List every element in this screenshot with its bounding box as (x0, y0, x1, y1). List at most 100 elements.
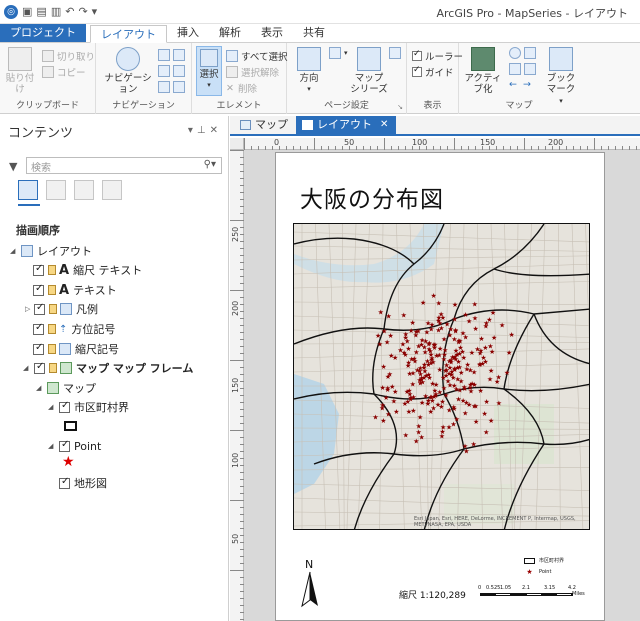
tab-analysis[interactable]: 解析 (209, 24, 251, 42)
tree-node-legend[interactable]: ▷ 凡例 (25, 301, 98, 317)
polygon-symbol[interactable] (64, 421, 77, 431)
expand-triangle-icon[interactable]: ◢ (23, 364, 31, 372)
tab-view[interactable]: 表示 (251, 24, 293, 42)
visibility-checkbox[interactable] (34, 361, 45, 374)
zoom-to-selection-icon[interactable] (524, 63, 536, 75)
lock-icon[interactable] (49, 304, 57, 314)
save-icon[interactable]: ▥ (51, 5, 61, 18)
open-project-icon[interactable]: ▤ (36, 5, 46, 18)
tree-node-map-frame[interactable]: ◢ マップ マップ フレーム (23, 360, 193, 376)
clear-selection-button[interactable]: 選択解除 (226, 65, 279, 79)
navigate-button[interactable]: ナビゲーション (100, 47, 156, 95)
fixed-zoom-out-icon[interactable] (509, 63, 521, 75)
lock-icon[interactable] (48, 344, 56, 354)
tree-node-text[interactable]: A テキスト (33, 282, 117, 298)
delete-button[interactable]: ✕ 削除 (226, 81, 257, 96)
previous-extent-arrow-icon[interactable]: ← (509, 79, 517, 90)
tree-node-point[interactable]: ◢ Point (48, 438, 101, 454)
lock-icon[interactable] (48, 285, 56, 295)
next-extent-icon[interactable] (173, 81, 185, 93)
lock-icon[interactable] (48, 265, 56, 275)
full-extent-globe-icon[interactable] (509, 47, 521, 59)
visibility-checkbox[interactable] (33, 342, 44, 355)
select-button[interactable]: 選択 ▾ (196, 46, 222, 96)
expand-triangle-icon[interactable]: ◢ (10, 247, 18, 255)
copy-button[interactable]: コピー (42, 65, 86, 79)
search-icon[interactable]: ⚲▾ (204, 159, 216, 170)
close-pane-icon[interactable]: ✕ (210, 125, 222, 136)
orientation-button[interactable]: 方向 ▾ (291, 47, 327, 95)
select-all-button[interactable]: すべて選択 (226, 49, 287, 63)
tree-node-scale-bar[interactable]: 縮尺記号 (33, 341, 119, 357)
visibility-checkbox[interactable] (59, 439, 70, 452)
map-nav-arrows[interactable]: ← → (509, 79, 531, 90)
zoom-in-button[interactable] (158, 49, 188, 61)
vertical-ruler[interactable]: 250 200 150 100 50 (230, 150, 244, 621)
map-frame[interactable]: ★ ★ ★ ★ ★ ★ ★ ★ ★ ★ ★ ★ ★ ★ ★ ★ ★ ★ ★ ★ ★ ★ ★ ★ ★ ★ ★ ★ ★ ★ ★ ★ ★ ★ ★ ★ ★ ★ ★ ★… (293, 223, 590, 530)
customize-qat-icon[interactable]: ▾ (92, 5, 98, 18)
filter-icon[interactable]: ▼ (9, 160, 17, 173)
arcgis-logo-icon[interactable]: ◎ (4, 4, 18, 19)
visibility-checkbox[interactable] (59, 476, 70, 489)
tree-node-scale-text[interactable]: A 縮尺 テキスト (33, 262, 142, 278)
star-marker-symbol[interactable]: ★ (62, 455, 75, 469)
lock-icon[interactable] (49, 363, 57, 373)
horizontal-ruler[interactable]: 0 50 100 150 200 (244, 138, 640, 150)
lock-icon[interactable] (48, 324, 56, 334)
page-size-button[interactable]: ▾ (329, 47, 348, 59)
zoom-out-button[interactable] (158, 65, 188, 77)
undo-icon[interactable]: ↶ (65, 5, 74, 18)
layout-page[interactable]: 大阪の分布図 ★ ★ ★ ★ ★ ★ ★ ★ ★ ★ ★ ★ ★ ★ ★ ★ ★… (275, 152, 605, 621)
zoom-page-button[interactable] (158, 81, 188, 93)
view-tab-map[interactable]: マップ (234, 116, 296, 134)
search-input[interactable]: 検索 ⚲▾ (26, 157, 222, 174)
scale-text[interactable]: 縮尺 1:120,289 (399, 588, 466, 601)
north-arrow[interactable]: N (300, 558, 320, 608)
guides-checkbox[interactable]: ガイド (412, 65, 454, 79)
visibility-checkbox[interactable] (33, 263, 44, 276)
tab-insert[interactable]: 挿入 (167, 24, 209, 42)
tree-node-layout[interactable]: ◢ レイアウト (10, 243, 92, 259)
expand-triangle-icon[interactable]: ◢ (36, 384, 44, 392)
map-title-text[interactable]: 大阪の分布図 (300, 180, 444, 214)
tab-share[interactable]: 共有 (293, 24, 335, 42)
visibility-checkbox[interactable] (33, 283, 44, 296)
visibility-checkbox[interactable] (34, 302, 45, 315)
previous-extent-icon[interactable] (173, 65, 185, 77)
tree-node-north-arrow[interactable]: ⇡ 方位記号 (33, 321, 115, 337)
new-project-icon[interactable]: ▣ (22, 5, 32, 18)
tab-project[interactable]: プロジェクト (0, 24, 86, 42)
next-extent-arrow-icon[interactable]: → (523, 79, 531, 90)
page-setup-launcher-icon[interactable]: ↘ (397, 103, 403, 111)
expand-triangle-icon[interactable]: ◢ (48, 403, 56, 411)
full-extent-icon[interactable] (173, 49, 185, 61)
map-series-settings-button[interactable] (389, 47, 404, 59)
activate-button[interactable]: アクティブ化 (463, 47, 503, 95)
visibility-checkbox[interactable] (33, 322, 44, 335)
fixed-zoom-in-icon[interactable] (524, 47, 536, 59)
redo-icon[interactable]: ↷ (78, 5, 87, 18)
tree-node-topographic[interactable]: 地形図 (59, 475, 107, 491)
list-by-map-icon[interactable] (102, 180, 122, 200)
cut-button[interactable]: 切り取り (42, 49, 95, 63)
list-by-type-icon[interactable] (74, 180, 94, 200)
tab-layout[interactable]: レイアウト (90, 25, 167, 43)
map-zoom-buttons-row1[interactable] (509, 47, 539, 59)
guides-checkbox-box[interactable] (412, 65, 422, 77)
collapsed-triangle-icon[interactable]: ▷ (25, 305, 31, 313)
view-tab-layout[interactable]: レイアウト ✕ (296, 116, 397, 134)
close-tab-icon[interactable]: ✕ (380, 116, 388, 134)
pane-options-icon[interactable]: ▾ (188, 125, 197, 136)
tree-node-map[interactable]: ◢ マップ (36, 380, 96, 396)
rulers-checkbox[interactable]: ルーラー (412, 49, 463, 63)
drawing-order-view-icon[interactable] (18, 180, 38, 200)
map-series-button[interactable]: マップ シリーズ (349, 47, 389, 95)
map-zoom-buttons-row2[interactable] (509, 63, 539, 75)
list-by-tree-icon[interactable] (46, 180, 66, 200)
scale-bar[interactable]: 0 0.525 1.05 2.1 3.15 4.2 Miles (478, 585, 588, 609)
layout-view[interactable]: 0 50 100 150 200 250 200 150 100 50 大阪の分… (230, 138, 640, 621)
legend[interactable]: 市区町村界 ★ Point (524, 555, 594, 581)
expand-triangle-icon[interactable]: ◢ (48, 442, 56, 450)
tree-node-municipal-boundaries[interactable]: ◢ 市区町村界 (48, 399, 129, 415)
visibility-checkbox[interactable] (59, 400, 70, 413)
